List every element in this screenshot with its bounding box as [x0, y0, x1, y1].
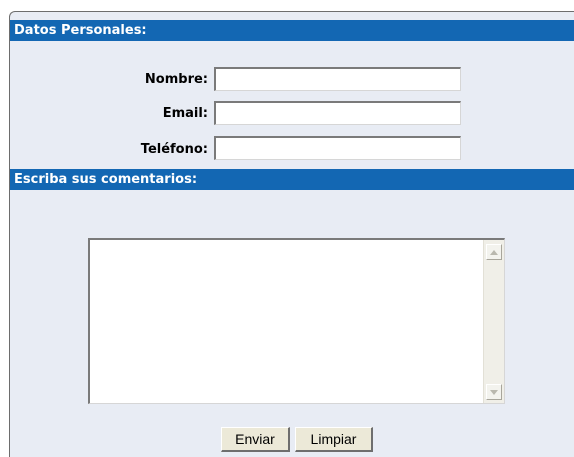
- comments-box: [88, 238, 505, 404]
- clear-button[interactable]: Limpiar: [295, 427, 373, 452]
- personal-data-header: Datos Personales:: [10, 20, 574, 41]
- comments-header: Escriba sus comentarios:: [10, 169, 574, 190]
- triangle-up-icon: [490, 249, 498, 255]
- scroll-up-button[interactable]: [486, 244, 502, 260]
- comments-textarea[interactable]: [90, 240, 483, 403]
- page-frame: Datos Personales: Nombre: Email: Teléfon…: [0, 0, 574, 457]
- name-input[interactable]: [214, 67, 461, 91]
- comments-scrollbar[interactable]: [483, 240, 504, 403]
- email-input[interactable]: [214, 101, 461, 125]
- triangle-down-icon: [490, 389, 498, 395]
- contact-form-panel: Datos Personales: Nombre: Email: Teléfon…: [9, 11, 574, 457]
- send-button[interactable]: Enviar: [221, 427, 290, 452]
- email-label: Email:: [162, 106, 208, 121]
- scroll-down-button[interactable]: [486, 384, 502, 400]
- phone-input[interactable]: [214, 136, 461, 160]
- phone-label: Teléfono:: [140, 142, 208, 157]
- name-label: Nombre:: [144, 72, 208, 87]
